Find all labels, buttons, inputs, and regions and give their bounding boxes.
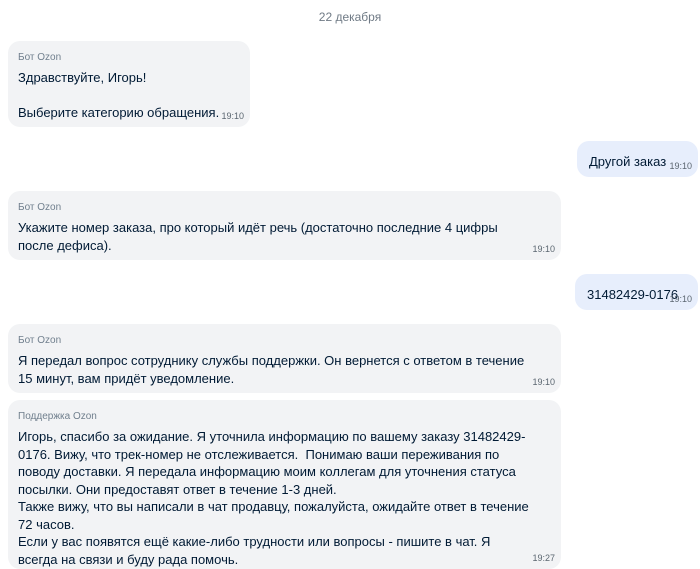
message-sender: Бот Ozon (18, 335, 62, 346)
message-text: Здравствуйте, Игорь! Выберите категорию … (18, 70, 220, 120)
message-sender: Бот Ozon (18, 202, 62, 213)
bot-message-transfer: Бот Ozon Я передал вопрос сотруднику слу… (8, 324, 561, 393)
support-message-reply: Поддержка Ozon Игорь, спасибо за ожидани… (8, 400, 561, 569)
bot-message-greeting: Бот Ozon Здравствуйте, Игорь! Выберите к… (8, 41, 250, 127)
message-time: 19:10 (532, 244, 555, 254)
message-text: Игорь, спасибо за ожидание. Я уточнила и… (18, 429, 529, 567)
chat-date-divider: 22 декабря (318, 10, 382, 24)
message-time: 19:10 (669, 294, 692, 304)
message-sender: Поддержка Ozon (18, 411, 97, 422)
bot-message-order-request: Бот Ozon Укажите номер заказа, про котор… (8, 191, 561, 260)
message-time: 19:10 (532, 377, 555, 387)
user-message-category: Другой заказ 19:10 (577, 141, 698, 177)
message-text: Укажите номер заказа, про который идёт р… (18, 220, 498, 253)
message-time: 19:27 (532, 553, 555, 563)
message-text: Я передал вопрос сотруднику службы подде… (18, 353, 525, 386)
message-time: 19:10 (669, 161, 692, 171)
user-message-order-number: 31482429-0176 19:10 (575, 274, 698, 310)
message-time: 19:10 (221, 111, 244, 121)
message-sender: Бот Ozon (18, 52, 62, 63)
